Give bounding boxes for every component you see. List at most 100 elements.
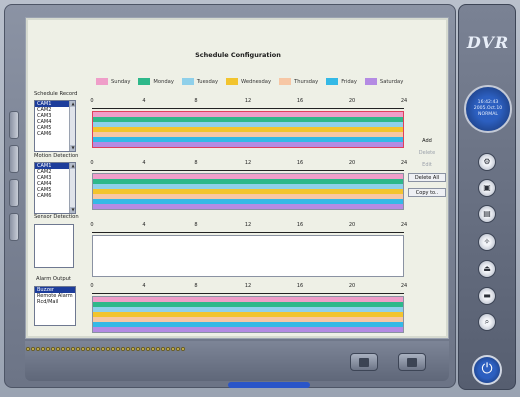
- legend-saturday: Saturday: [364, 78, 403, 85]
- left-tabs: [9, 105, 23, 247]
- left-tab[interactable]: [9, 145, 19, 173]
- control-panel: DVR 16:42:43 2005.Oct.10 NORMAL ⚙ ▣ ▤ ✧ …: [458, 4, 516, 390]
- add-button[interactable]: Add: [408, 137, 446, 146]
- left-tab[interactable]: [9, 111, 19, 139]
- indicator-dot: [56, 347, 60, 351]
- indicator-dot: [136, 347, 140, 351]
- hour-tick: 0: [90, 222, 94, 228]
- indicator-dot: [46, 347, 50, 351]
- hour-tick: 0: [90, 98, 94, 104]
- hour-tick: 0: [90, 160, 94, 166]
- legend-friday: Friday: [326, 78, 357, 85]
- scroll-down-icon[interactable]: ▼: [70, 207, 75, 213]
- hour-tick: 8: [194, 283, 198, 289]
- hour-tick: 4: [142, 160, 146, 166]
- hour-tick: 0: [90, 283, 94, 289]
- exit-icon: [407, 358, 417, 367]
- sensor-detection-list[interactable]: [34, 224, 74, 268]
- indicator-dot: [36, 347, 40, 351]
- left-tab[interactable]: [9, 213, 19, 241]
- content-panel: Schedule Configuration Sunday Monday Tue…: [25, 17, 449, 339]
- playback-icon[interactable]: ▤: [478, 205, 496, 223]
- sensor-detection-label: Sensor Detection: [34, 214, 79, 220]
- hour-tick: 4: [142, 98, 146, 104]
- hour-tick: 8: [194, 222, 198, 228]
- hour-tick: 24: [400, 98, 408, 104]
- edit-button[interactable]: Edit: [408, 161, 446, 170]
- record-icon[interactable]: ▣: [478, 179, 496, 197]
- indicator-dot: [176, 347, 180, 351]
- indicator-dot: [41, 347, 45, 351]
- alarm-output-label: Alarm Output: [36, 276, 71, 282]
- swatch-friday: [326, 78, 339, 85]
- hour-tick: 16: [296, 160, 304, 166]
- exit-button[interactable]: [398, 353, 426, 371]
- indicator-dot: [141, 347, 145, 351]
- search-icon[interactable]: ⌕: [478, 313, 496, 331]
- page-title: Schedule Configuration: [195, 51, 281, 59]
- copy-to-button[interactable]: Copy to..: [408, 188, 446, 197]
- save-icon: [359, 358, 369, 367]
- hour-axis: 0 4 8 12 16 20 24: [90, 222, 407, 230]
- settings-gear-icon[interactable]: ⚙: [478, 153, 496, 171]
- swatch-wednesday: [226, 78, 239, 85]
- sensor-detection-grid[interactable]: [92, 235, 404, 277]
- dvr-logo: DVR: [466, 33, 510, 52]
- left-tab[interactable]: [9, 179, 19, 207]
- motion-detection-camera-list[interactable]: CAM1 CAM2 CAM3 CAM4 CAM5 CAM6 ▲ ▼: [34, 162, 76, 214]
- legend-monday: Monday: [138, 78, 174, 85]
- indicator-dot: [151, 347, 155, 351]
- hour-tick: 20: [348, 160, 356, 166]
- indicator-dot: [116, 347, 120, 351]
- hour-ruler: [92, 106, 404, 109]
- hour-tick: 8: [194, 160, 198, 166]
- scroll-up-icon[interactable]: ▲: [70, 163, 75, 169]
- indicator-dot: [101, 347, 105, 351]
- indicator-dot: [76, 347, 80, 351]
- list-item[interactable]: Rcd/Mail: [35, 299, 75, 305]
- legend-label: Monday: [153, 78, 174, 85]
- hour-axis: 0 4 8 12 16 20 24: [90, 283, 407, 291]
- indicator-dot: [86, 347, 90, 351]
- app-window: Schedule Configuration Sunday Monday Tue…: [0, 0, 520, 397]
- alarm-output-grid[interactable]: [92, 296, 404, 333]
- hour-tick: 12: [244, 160, 252, 166]
- day-row-saturday[interactable]: [93, 327, 403, 332]
- motion-detection-grid[interactable]: [92, 173, 404, 210]
- scroll-down-icon[interactable]: ▼: [70, 145, 75, 151]
- hour-tick: 8: [194, 98, 198, 104]
- day-row-saturday[interactable]: [93, 204, 403, 209]
- save-button[interactable]: [350, 353, 378, 371]
- clock-status: NORMAL: [478, 112, 498, 117]
- power-icon[interactable]: ⏻: [472, 355, 502, 385]
- hour-tick: 12: [244, 98, 252, 104]
- scroll-up-icon[interactable]: ▲: [70, 101, 75, 107]
- hour-tick: 16: [296, 283, 304, 289]
- indicator-dot: [61, 347, 65, 351]
- swatch-saturday: [364, 78, 377, 85]
- minimize-icon[interactable]: ▬: [478, 287, 496, 305]
- indicator-dot: [91, 347, 95, 351]
- indicator-dot: [96, 347, 100, 351]
- indicator-dot: [131, 347, 135, 351]
- legend-label: Sunday: [111, 78, 131, 85]
- schedule-record-label: Schedule Record: [34, 91, 78, 97]
- indicator-dot: [166, 347, 170, 351]
- hour-ruler: [92, 168, 404, 171]
- hour-axis: 0 4 8 12 16 20 24: [90, 98, 408, 106]
- list-scrollbar[interactable]: ▲ ▼: [69, 163, 75, 213]
- delete-button[interactable]: Delete: [408, 149, 446, 158]
- schedule-record-grid[interactable]: [92, 111, 404, 148]
- alarm-output-list[interactable]: Buzzer Remote Alarm Rcd/Mail: [34, 286, 76, 326]
- ptz-icon[interactable]: ✧: [478, 233, 496, 251]
- day-row-saturday[interactable]: [93, 142, 403, 147]
- hour-tick: 20: [348, 222, 356, 228]
- delete-all-button[interactable]: Delete All: [408, 173, 446, 182]
- list-scrollbar[interactable]: ▲ ▼: [69, 101, 75, 151]
- hour-tick: 16: [296, 222, 304, 228]
- hour-tick: 20: [348, 98, 356, 104]
- hour-tick: 4: [142, 222, 146, 228]
- schedule-record-camera-list[interactable]: CAM1 CAM2 CAM3 CAM4 CAM5 CAM6 ▲ ▼: [34, 100, 76, 152]
- hour-ruler: [92, 291, 404, 294]
- eject-icon[interactable]: ⏏: [478, 260, 496, 278]
